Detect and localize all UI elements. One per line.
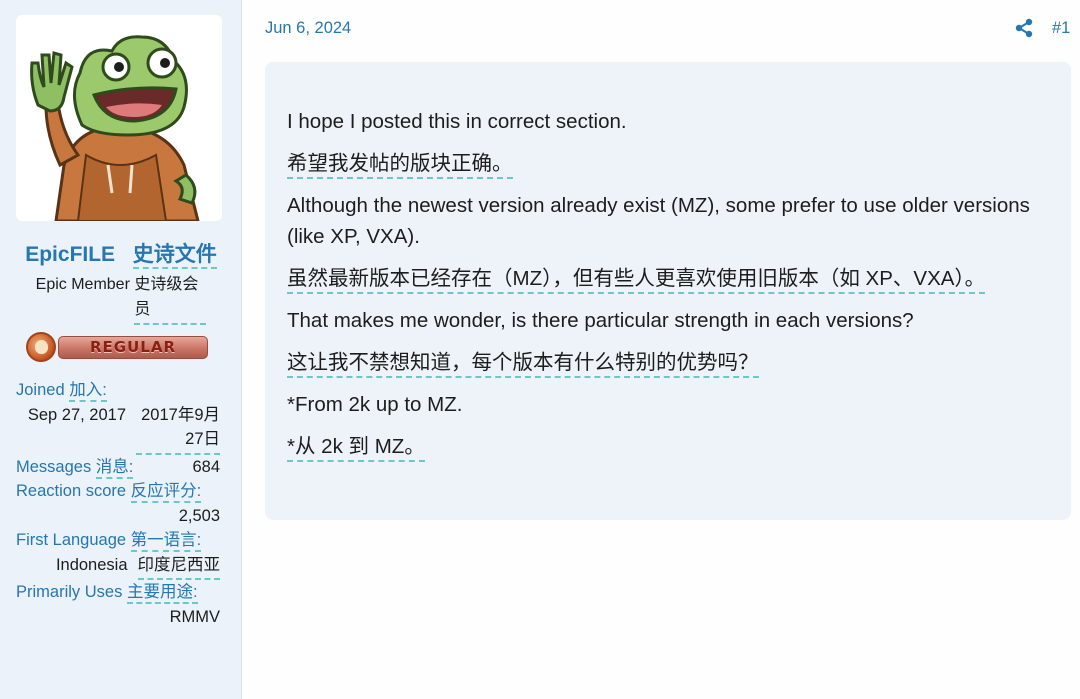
user-panel: EpicFILE 史诗文件 Epic Member 史诗级会员 REGULAR … bbox=[0, 0, 242, 699]
stat-label: Joined bbox=[16, 381, 65, 399]
rank-medal-icon bbox=[26, 332, 56, 362]
stat-first-language: First Language 第一语言: Indonesia 印度尼西亚 bbox=[16, 528, 220, 580]
stat-label: Reaction score bbox=[16, 482, 127, 500]
user-title: Epic Member 史诗级会员 bbox=[0, 272, 242, 325]
stat-label-translation: 消息: bbox=[95, 457, 134, 479]
stat-primarily-uses: Primarily Uses 主要用途: RMMV bbox=[16, 580, 220, 629]
post-line-translation: 希望我发帖的版块正确。 bbox=[287, 148, 1057, 179]
post-text: I hope I posted this in correct section.… bbox=[287, 106, 1057, 473]
share-icon[interactable] bbox=[1014, 18, 1034, 38]
stat-value-translation: 2017年9月27日 bbox=[136, 403, 220, 455]
post-body: I hope I posted this in correct section.… bbox=[265, 62, 1071, 520]
post-line-translation: 这让我不禁想知道，每个版本有什么特别的优势吗？ bbox=[287, 347, 1057, 378]
username-translation: 史诗文件 bbox=[132, 243, 217, 269]
post-date-link[interactable]: Jun 6, 2024 bbox=[265, 17, 351, 39]
stat-value: Indonesia bbox=[55, 555, 128, 574]
stat-label: First Language bbox=[16, 531, 127, 549]
post-line: *From 2k up to MZ. bbox=[287, 393, 463, 416]
stat-value: 2,503 bbox=[178, 506, 220, 525]
user-title-translation: 史诗级会员 bbox=[134, 272, 207, 325]
frog-avatar-image bbox=[30, 35, 200, 221]
stat-messages: Messages 消息: 684 bbox=[16, 455, 220, 480]
stat-label: Primarily Uses bbox=[16, 583, 123, 601]
stat-value: 684 bbox=[192, 457, 220, 476]
stat-label-translation: 反应评分: bbox=[130, 482, 202, 503]
stat-reaction-score: Reaction score 反应评分: 2,503 bbox=[16, 479, 220, 528]
stat-value: Sep 27, 2017 bbox=[27, 405, 126, 424]
post-line-translation: *从 2k 到 MZ。 bbox=[287, 431, 1057, 462]
stat-label: Messages bbox=[16, 457, 92, 476]
post-line: I hope I posted this in correct section. bbox=[287, 110, 627, 133]
post-line-translation: 虽然最新版本已经存在（MZ），但有些人更喜欢使用旧版本（如 XP、VXA）。 bbox=[287, 263, 1057, 294]
stat-value-translation: 印度尼西亚 bbox=[137, 553, 220, 580]
stat-label-translation: 加入: bbox=[69, 381, 107, 402]
user-title-text: Epic Member bbox=[35, 276, 130, 293]
thread-page: EpicFILE 史诗文件 Epic Member 史诗级会员 REGULAR … bbox=[0, 0, 1080, 699]
username-link[interactable]: EpicFILE bbox=[25, 243, 115, 266]
username-row: EpicFILE 史诗文件 bbox=[0, 241, 242, 269]
user-avatar[interactable] bbox=[16, 15, 222, 221]
post-number-link[interactable]: #1 bbox=[1052, 17, 1070, 39]
user-stats: Joined 加入: Sep 27, 2017 2017年9月27日 Messa… bbox=[16, 378, 220, 629]
stat-label-translation: 第一语言: bbox=[130, 531, 202, 552]
stat-value: RMMV bbox=[169, 607, 220, 626]
stat-label-translation: 主要用途: bbox=[126, 583, 198, 604]
post-line: That makes me wonder, is there particula… bbox=[287, 309, 914, 332]
post-line: Although the newest version already exis… bbox=[287, 194, 1030, 248]
rank-banner-label: REGULAR bbox=[58, 336, 208, 359]
rank-banner: REGULAR bbox=[26, 332, 210, 362]
stat-joined: Joined 加入: Sep 27, 2017 2017年9月27日 bbox=[16, 378, 220, 455]
